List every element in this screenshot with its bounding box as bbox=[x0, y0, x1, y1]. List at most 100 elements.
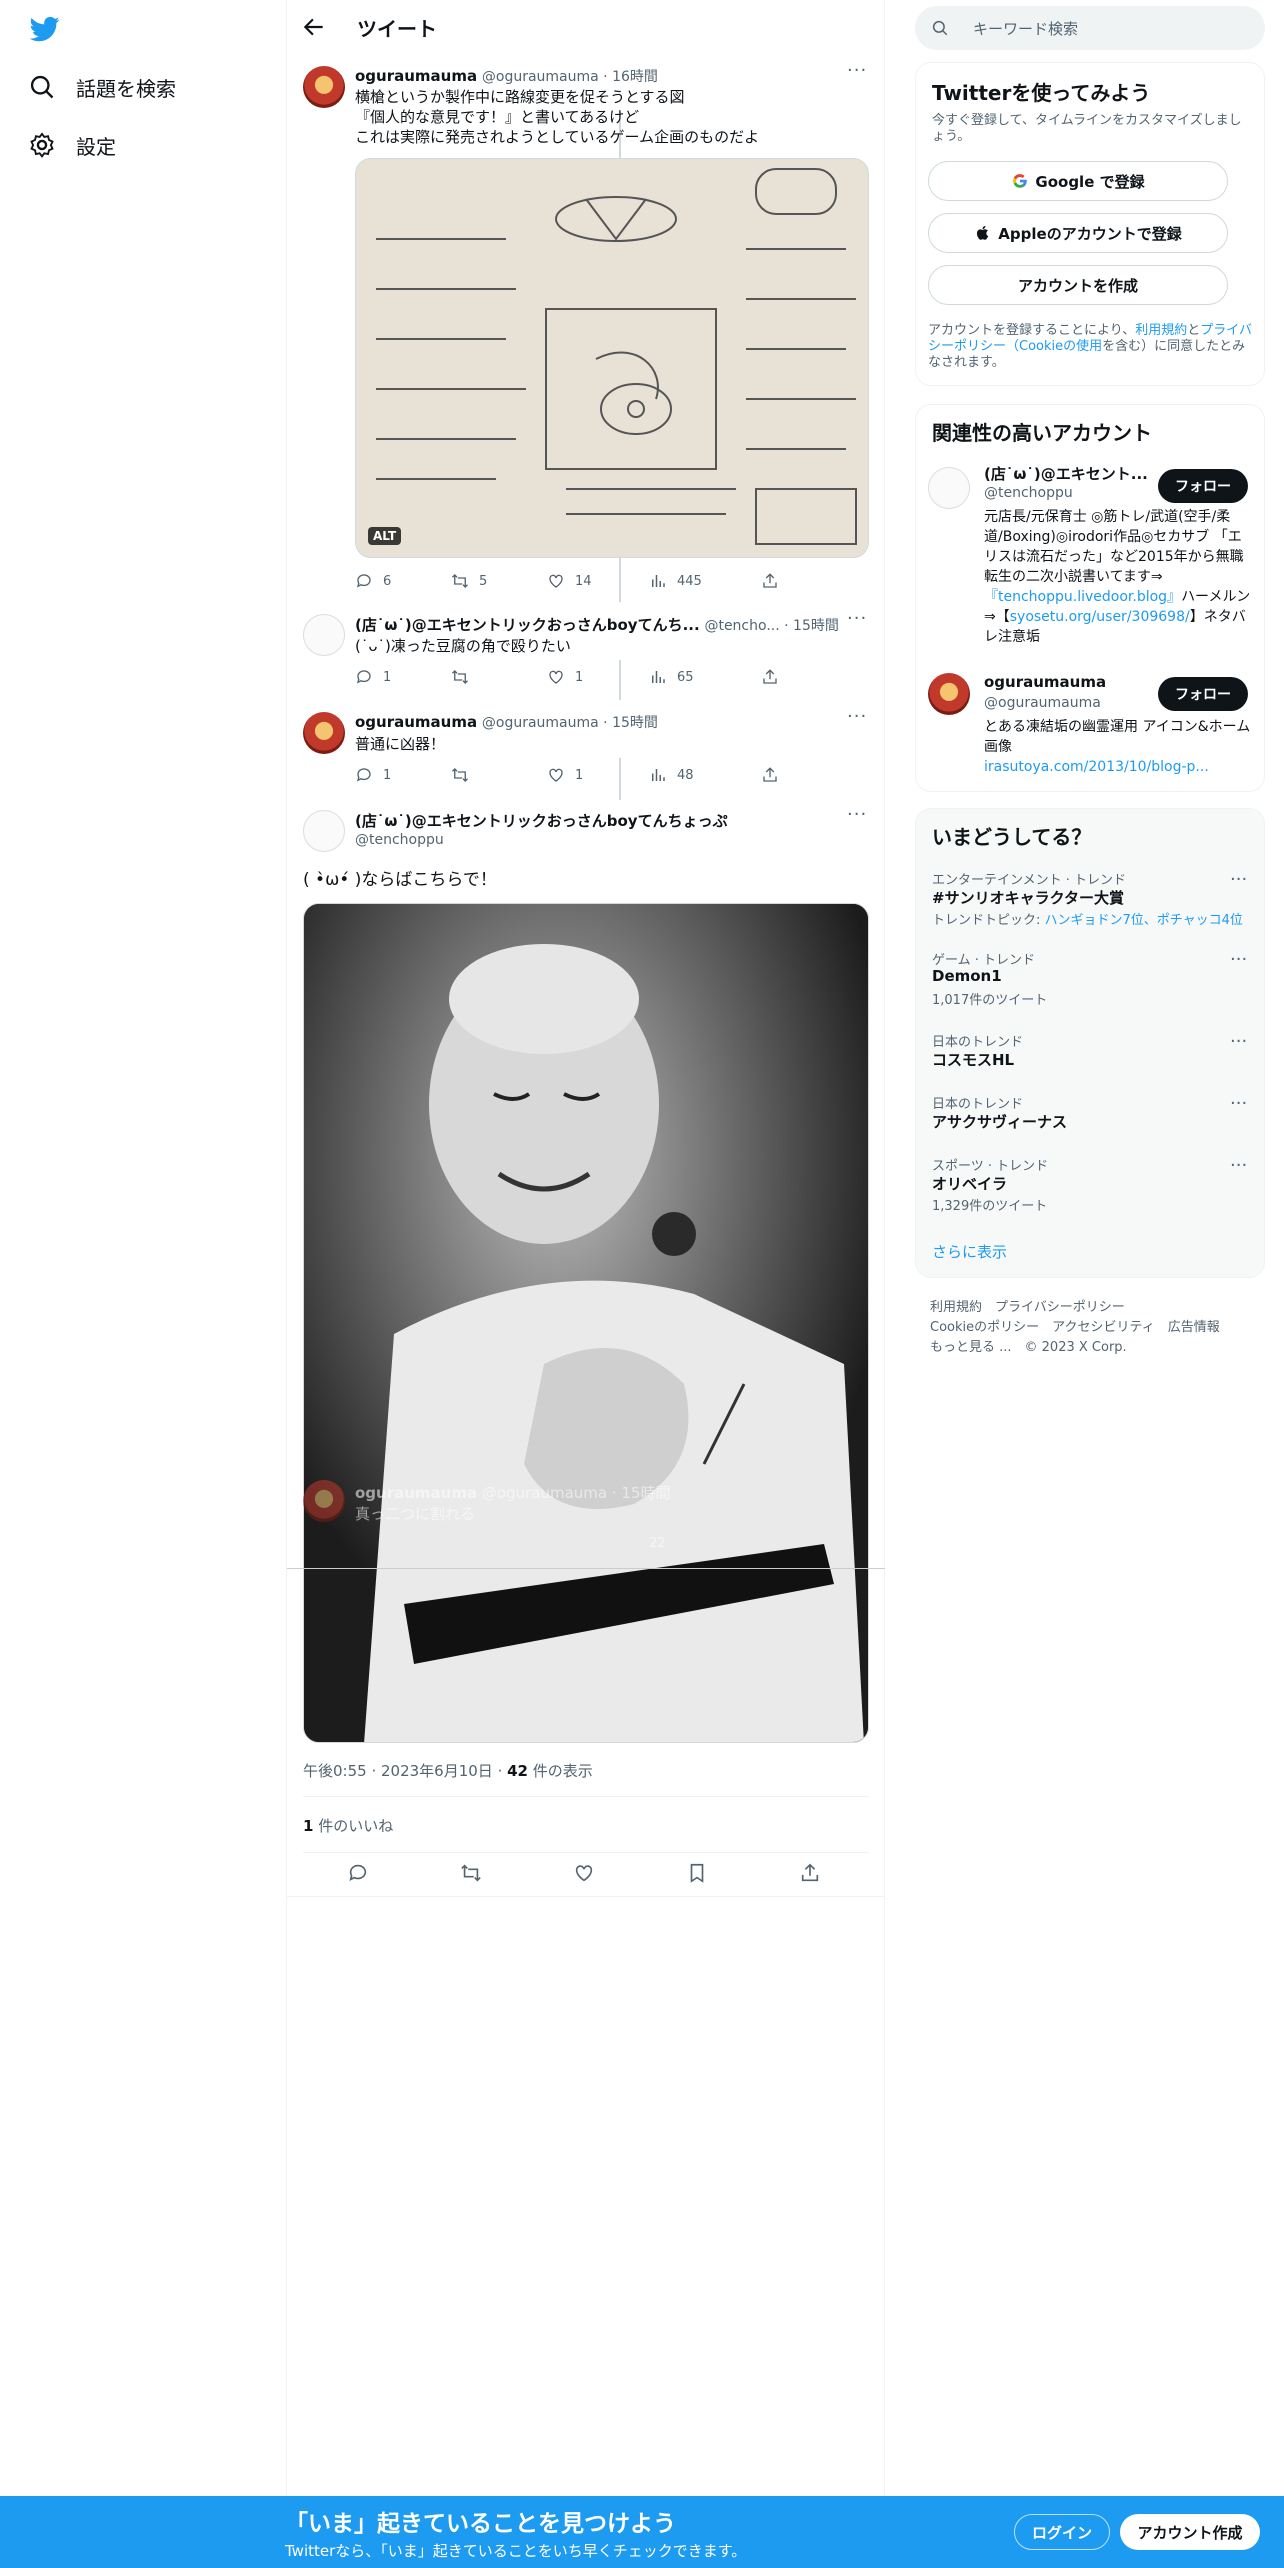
alt-badge[interactable]: ALT bbox=[368, 527, 402, 545]
tweet-text: 横槍というか製作中に路線変更を促そうとする図 『個人的な意見です！』と書いてあるけ… bbox=[355, 88, 760, 146]
reply-button[interactable]: 1 bbox=[355, 766, 391, 784]
related-name[interactable]: (店˙ω˙)@エキセント... bbox=[984, 463, 1148, 484]
tweet-text: 真っ二つに割れる bbox=[355, 1505, 476, 1523]
divider bbox=[287, 1568, 885, 1569]
back-arrow-icon[interactable] bbox=[301, 14, 327, 40]
reply-button[interactable]: 6 bbox=[355, 572, 391, 590]
overlay-tweet: oguraumauma @oguraumauma · 15時間 真っ二つに割れる… bbox=[287, 1480, 885, 1570]
share-icon bbox=[763, 767, 777, 782]
terms-link[interactable]: 利用規約 bbox=[1135, 323, 1187, 338]
views-chart-icon bbox=[652, 575, 665, 587]
views-button[interactable]: 22 bbox=[649, 1536, 666, 1551]
reply-icon[interactable] bbox=[347, 1862, 369, 1884]
share-button[interactable] bbox=[761, 668, 789, 686]
views-chart-icon bbox=[652, 671, 665, 683]
related-title: 関連性の高いアカウント bbox=[932, 421, 1152, 445]
retweet-button[interactable] bbox=[451, 668, 479, 686]
more-icon[interactable]: ··· bbox=[847, 708, 867, 732]
more-icon[interactable]: ··· bbox=[847, 62, 867, 86]
thread-line bbox=[619, 758, 621, 800]
right-sidebar: キーワード検索 Twitterを使ってみよう 今すぐ登録して、タイムラインをカス… bbox=[915, 0, 1265, 1400]
thread-line bbox=[619, 660, 621, 700]
like-button[interactable]: 1 bbox=[547, 766, 583, 784]
more-icon[interactable]: ··· bbox=[1230, 1155, 1250, 1176]
heart-icon[interactable] bbox=[573, 1862, 595, 1884]
login-button[interactable]: ログイン bbox=[1014, 2514, 1110, 2550]
nav-settings-label: 設定 bbox=[76, 134, 116, 159]
follow-button[interactable]: フォロー bbox=[1158, 677, 1248, 711]
avatar[interactable] bbox=[303, 810, 345, 852]
retweet-button[interactable] bbox=[451, 766, 479, 784]
tweet-author[interactable]: (店˙ω˙)@エキセントリックおっさんboyてんち... @tencho... … bbox=[355, 614, 839, 635]
divider bbox=[287, 1896, 885, 1897]
footer-links-1[interactable]: 利用規約 プライバシーポリシー bbox=[930, 1296, 1125, 1315]
focus-author-name[interactable]: (店˙ω˙)@エキセントリックおっさんboyてんちょっぷ bbox=[355, 810, 728, 831]
tweet-author[interactable]: oguraumauma @oguraumauma · 15時間 bbox=[355, 1482, 670, 1503]
avatar[interactable] bbox=[928, 467, 970, 509]
likes-count[interactable]: 1 件のいいね bbox=[303, 1815, 393, 1836]
share-icon[interactable] bbox=[799, 1862, 821, 1884]
search-input[interactable]: キーワード検索 bbox=[915, 6, 1265, 50]
heart-icon bbox=[549, 574, 563, 588]
related-bio: とある凍結垢の幽霊運用 アイコン&ホーム画像 irasutoya.com/2013… bbox=[984, 719, 1251, 775]
left-nav: 話題を検索 設定 bbox=[0, 0, 286, 2568]
nav-explore[interactable]: 話題を検索 bbox=[28, 62, 176, 112]
more-icon[interactable]: ··· bbox=[847, 610, 867, 634]
related-bio: 元店長/元保育士 ◎筋トレ/武道(空手/柔道/Boxing)◎irodori作品… bbox=[984, 509, 1251, 645]
signup-sub: 今すぐ登録して、タイムラインをカスタマイズしましょう。 bbox=[932, 113, 1242, 144]
nav-explore-label: 話題を検索 bbox=[76, 76, 176, 101]
reply-icon bbox=[356, 768, 371, 782]
avatar[interactable] bbox=[303, 614, 345, 656]
reply-icon bbox=[356, 574, 371, 588]
views-button[interactable]: 48 bbox=[649, 766, 694, 784]
tweet-text: (˙ᴗ˙)凍った豆腐の角で殴りたい bbox=[355, 637, 571, 655]
divider bbox=[303, 1796, 869, 1797]
google-signup-button[interactable]: Google で登録 bbox=[928, 161, 1228, 201]
avatar[interactable] bbox=[303, 712, 345, 754]
more-icon[interactable]: ··· bbox=[847, 806, 867, 830]
like-button[interactable]: 1 bbox=[547, 668, 583, 686]
trends-card: いまどうしてる？ エンターテインメント · トレンド #サンリオキャラクター大賞… bbox=[915, 808, 1265, 1278]
retweet-button[interactable]: 5 bbox=[451, 572, 487, 590]
more-icon[interactable]: ··· bbox=[1230, 869, 1250, 890]
retweet-icon bbox=[452, 574, 468, 588]
show-more-link[interactable]: さらに表示 bbox=[932, 1241, 1007, 1262]
more-icon[interactable]: ··· bbox=[1230, 949, 1250, 970]
avatar[interactable] bbox=[303, 66, 345, 108]
signup-button[interactable]: アカウント作成 bbox=[1120, 2514, 1260, 2550]
tweet-timestamp[interactable]: 午後0:55 · 2023年6月10日 · 42 件の表示 bbox=[303, 1760, 593, 1781]
focus-author-handle[interactable]: @tenchoppu bbox=[355, 830, 444, 848]
apple-signup-button[interactable]: Appleのアカウントで登録 bbox=[928, 213, 1228, 253]
like-button[interactable]: 14 bbox=[547, 572, 592, 590]
tweet-image-photo[interactable] bbox=[303, 903, 869, 1743]
retweet-icon[interactable] bbox=[460, 1862, 482, 1884]
more-icon[interactable]: ··· bbox=[1230, 1093, 1250, 1114]
gear-icon bbox=[30, 132, 54, 158]
search-placeholder: キーワード検索 bbox=[973, 20, 1079, 38]
avatar[interactable] bbox=[303, 1480, 345, 1522]
related-handle: @oguraumauma bbox=[984, 695, 1101, 711]
tweet-author[interactable]: oguraumauma @oguraumauma · 15時間 bbox=[355, 712, 658, 732]
share-button[interactable] bbox=[761, 572, 789, 590]
share-button[interactable] bbox=[761, 766, 789, 784]
bookmark-icon[interactable] bbox=[686, 1862, 708, 1884]
twitter-logo-icon[interactable] bbox=[28, 14, 62, 44]
create-account-button[interactable]: アカウントを作成 bbox=[928, 265, 1228, 305]
signup-title: Twitterを使ってみよう bbox=[932, 81, 1151, 105]
reply-button[interactable]: 1 bbox=[355, 668, 391, 686]
bottom-sub: Twitterなら、「いま」起きていることをいち早くチェックできます。 bbox=[285, 2542, 747, 2560]
footer-links-3[interactable]: もっと見る ... © 2023 X Corp. bbox=[930, 1336, 1127, 1355]
views-button[interactable]: 445 bbox=[649, 572, 702, 590]
views-button[interactable]: 65 bbox=[649, 668, 694, 686]
tweet-text: 普通に凶器！ bbox=[355, 735, 446, 753]
tweet-author[interactable]: oguraumauma @oguraumauma · 16時間 bbox=[355, 66, 658, 86]
apple-icon bbox=[977, 225, 989, 240]
related-name[interactable]: oguraumauma bbox=[984, 673, 1106, 691]
nav-settings[interactable]: 設定 bbox=[28, 120, 116, 170]
tweet-image-sketch[interactable]: ALT bbox=[355, 158, 869, 558]
terms-text: アカウントを登録することにより、利用規約とプライバシーポリシー（Cookieの使… bbox=[928, 323, 1253, 370]
footer-links-2[interactable]: Cookieのポリシー アクセシビリティ 広告情報 bbox=[930, 1316, 1220, 1335]
more-icon[interactable]: ··· bbox=[1230, 1031, 1250, 1052]
avatar[interactable] bbox=[928, 673, 970, 715]
follow-button[interactable]: フォロー bbox=[1158, 469, 1248, 503]
